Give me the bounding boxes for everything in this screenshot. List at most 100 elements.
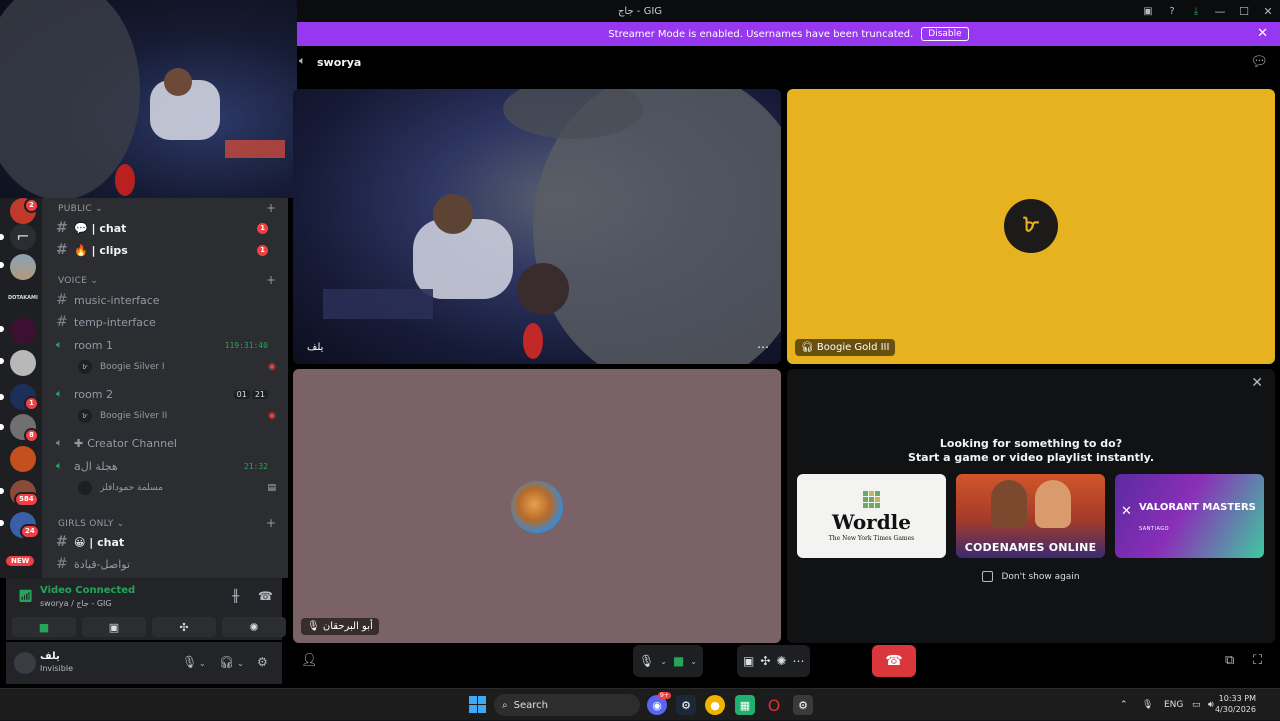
voice-channel-arabic[interactable]: 🔈︎ aهجلة ال 21:32 [56,456,280,476]
voice-user[interactable]: مسلمة حمودافلز ▤ [78,479,276,497]
server-icon[interactable] [10,350,36,376]
camera-toggle-button[interactable]: ■ [12,617,76,637]
unread-indicator [0,326,4,332]
checkbox[interactable] [982,571,994,582]
server-icon[interactable] [10,318,36,344]
volume-icon[interactable]: 🔊︎ [1208,689,1214,721]
screen-share-icon[interactable]: ▣ [743,654,754,668]
close-icon[interactable]: ✕ [1251,375,1263,391]
windows-start-icon[interactable] [469,696,486,713]
help-icon[interactable]: ? [1160,0,1184,22]
minimize-button[interactable]: — [1208,0,1232,22]
camera-icon[interactable]: ■ [673,654,684,668]
voice-user[interactable]: ৮ Boogie Silver II ◉ [78,407,276,425]
participant-name-text: أبو البرحقان [322,621,373,632]
popout-video[interactable] [0,0,297,198]
popout-icon[interactable]: ⧉ [1225,653,1234,668]
add-channel-icon[interactable]: + [266,516,276,530]
add-channel-icon[interactable]: + [266,201,276,215]
discord-badge: 9+ [658,692,671,699]
signal-icon[interactable]: 📶︎ [18,589,33,603]
chevron-down-icon[interactable]: ⌄ [660,657,667,666]
more-options-icon[interactable]: ⋯ [757,340,769,354]
display-icon[interactable]: ▭ [1192,689,1201,721]
channel-label: Creator Channel [87,436,177,450]
chevron-down-icon[interactable]: ⌄ [690,657,697,666]
voice-channel-creator[interactable]: 🔈︎ ✚ Creator Channel [56,433,280,453]
server-rail: 2 ⌐ DOTAKAMI 1 8 584 24 NEW [0,198,42,578]
maximize-button[interactable]: ☐ [1232,0,1256,22]
app-icon[interactable]: ▦ [735,695,755,715]
voice-channel-room1[interactable]: 🔈︎ room 1 119:31:40 [56,335,280,355]
channel-clips[interactable]: # 🔥 | clips 1 [56,240,280,260]
category-girls-only[interactable]: GIRLS ONLY ⌄ [58,519,125,529]
valorant-logo-icon: ✕ [1121,504,1132,519]
live-icon: ◉ [268,362,276,372]
settings-icon[interactable]: ⚙ [793,695,813,715]
video-tile-camera[interactable]: يلف ⋯ [293,89,781,364]
gear-icon[interactable]: ⚙ [257,655,268,669]
dont-show-again[interactable]: Don't show again [787,571,1275,582]
chevron-down-icon[interactable]: ⌄ [237,659,244,668]
download-icon[interactable]: ⤓ [1184,0,1208,22]
screen-icon[interactable]: ▣ [1136,0,1160,22]
disconnect-button[interactable]: ☎ [872,645,916,677]
wordle-subtitle: The New York Times Games [828,534,915,542]
channel-chat[interactable]: # 💬 | chat 1 [56,218,280,238]
video-tile-gold[interactable]: ৮ 🎧︎ Boogie Gold III [787,89,1275,364]
microphone-icon[interactable]: 🎙︎ [639,654,654,668]
wordle-card[interactable]: Wordle The New York Times Games [797,474,946,558]
tray-chevron-icon[interactable]: ⌃ [1120,689,1128,721]
chevron-down-icon[interactable]: ⌄ [199,659,206,668]
voice-status-subtitle[interactable]: sworya / جاج - GIG [40,599,112,608]
category-label: GIRLS ONLY [58,519,114,529]
user-name[interactable]: يلف [40,651,60,662]
chat-icon[interactable]: 💬︎ [1250,54,1268,70]
category-voice[interactable]: VOICE ⌄ [58,276,98,286]
chrome-icon[interactable]: ● [705,695,725,715]
hash-icon: # [56,314,68,330]
soundboard-icon[interactable]: ✺ [776,654,786,668]
close-button[interactable]: ✕ [1256,0,1280,22]
activities-button[interactable]: ✣ [152,617,216,637]
activities-icon[interactable]: ✣ [760,654,770,668]
soundboard-button[interactable]: ✺ [222,617,286,637]
category-public[interactable]: PUBLIC ⌄ [58,204,103,214]
close-icon[interactable]: ✕ [1257,26,1268,41]
voice-status-title[interactable]: Video Connected [40,585,135,596]
microphone-tray-icon[interactable]: 🎙︎ [1142,689,1153,721]
steam-icon[interactable]: ⚙ [676,695,696,715]
valorant-card[interactable]: ✕ VALORANT MASTERS SANTIAGO [1115,474,1264,558]
valorant-subtitle: SANTIAGO [1139,526,1170,532]
taskbar-search[interactable]: ⌕ Search [494,694,640,716]
clock[interactable]: 10:33 PM 4/30/2026 [1215,693,1256,715]
channel-arabic[interactable]: # تواصل-قيادة [56,554,280,574]
more-icon[interactable]: ⋯ [792,654,804,668]
channel-temp-interface[interactable]: # temp-interface [56,312,280,332]
gun-server-icon[interactable]: ⌐ [10,224,36,250]
video-tile-avatar[interactable]: 🎙︎ أبو البرحقان [293,369,781,643]
headphones-icon[interactable]: 🎧︎ [219,655,234,669]
screen-share-button[interactable]: ▣ [82,617,146,637]
opera-icon[interactable]: O [764,695,784,715]
add-user-icon[interactable]: 👤︎ [301,653,318,668]
disable-button[interactable]: Disable [921,27,969,41]
user-avatar[interactable] [14,652,36,674]
channel-girls-chat[interactable]: # 😀 | chat [56,532,280,552]
server-icon[interactable] [10,446,36,472]
voice-user-name: Boogie Silver II [100,411,168,421]
call-controls: 👤︎ 🎙︎ ⌄ ■ ⌄ ▣ ✣ ✺ ⋯ ☎ ⧉ ⛶ [297,645,1280,685]
fullscreen-icon[interactable]: ⛶ [1253,653,1262,668]
voice-user[interactable]: ৮ Boogie Silver I ◉ [78,358,276,376]
server-icon[interactable] [10,254,36,280]
microphone-icon[interactable]: 🎙︎ [182,655,197,669]
disconnect-icon[interactable]: ☎ [258,589,273,603]
channel-music-interface[interactable]: # music-interface [56,290,280,310]
noise-suppression-icon[interactable]: ╫ [232,589,239,603]
add-channel-icon[interactable]: + [266,273,276,287]
language-indicator[interactable]: ENG [1164,689,1183,721]
voice-channel-room2[interactable]: 🔈︎ room 2 01 21 [56,384,280,404]
codenames-card[interactable]: CODENAMES ONLINE [956,474,1105,558]
voice-user-name: Boogie Silver I [100,362,165,372]
boogie-logo-icon: ৮ [1004,199,1058,253]
